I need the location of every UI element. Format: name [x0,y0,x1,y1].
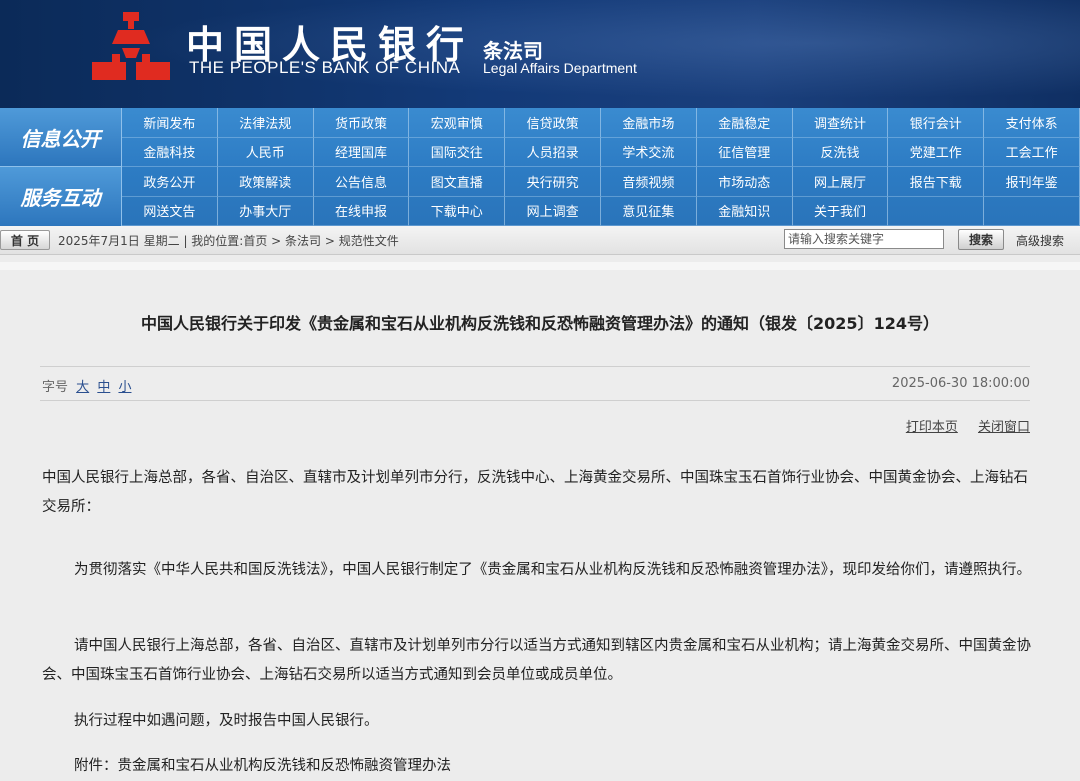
nav-section-info-disclosure[interactable]: 信息公开 [0,108,122,167]
nav-item[interactable]: 经理国库 [313,137,410,167]
nav-grid: 新闻发布 法律法规 货币政策 宏观审慎 信贷政策 金融市场 金融稳定 调查统计 … [122,108,1080,226]
nav-item[interactable]: 网上展厅 [792,167,889,197]
font-size-small-link[interactable]: 小 [118,380,131,395]
nav-item-empty [984,196,1080,226]
nav-item[interactable]: 办事大厅 [217,196,314,226]
nav-item[interactable]: 市场动态 [696,167,793,197]
nav-item[interactable]: 人民币 [217,137,314,167]
content-separator [0,262,1080,270]
breadcrumb-bar: 首 页 2025年7月1日 星期二 | 我的位置:首页 > 条法司 > 规范性文… [0,226,1080,255]
nav-item[interactable]: 信贷政策 [505,108,601,138]
nav-item[interactable]: 网送文告 [122,196,218,226]
nav-item[interactable]: 支付体系 [984,108,1080,138]
nav-item[interactable]: 图文直播 [409,167,506,197]
article-paragraph: 执行过程中如遇问题，及时报告中国人民银行。 [74,713,379,729]
nav-item[interactable]: 关于我们 [792,196,889,226]
article-paragraph: 请中国人民银行上海总部，各省、自治区、直辖市及计划单列市分行以适当方式通知到辖区… [42,638,1031,683]
article-attachment[interactable]: 附件：贵金属和宝石从业机构反洗钱和反恐怖融资管理办法 [42,752,1032,781]
nav-item[interactable]: 央行研究 [505,167,601,197]
nav-item[interactable]: 银行会计 [888,108,985,138]
site-header: 中国人民银行 THE PEOPLE'S BANK OF CHINA 条法司 Le… [0,0,1080,108]
font-size-label: 字号 [42,380,69,395]
nav-item[interactable]: 政策解读 [217,167,314,197]
nav-item[interactable]: 国际交往 [409,137,506,167]
advanced-search-link[interactable]: 高级搜索 [1016,232,1064,249]
home-button[interactable]: 首 页 [0,230,50,250]
brand-name-en: THE PEOPLE'S BANK OF CHINA [189,58,461,77]
nav-item[interactable]: 宏观审慎 [409,108,506,138]
article-paragraph: 中国人民银行上海总部，各省、自治区、直辖市及计划单列市分行，反洗钱中心、上海黄金… [42,470,1028,515]
font-size-medium-link[interactable]: 中 [97,380,110,395]
article-paragraph: 为贯彻落实《中华人民共和国反洗钱法》，中国人民银行制定了《贵金属和宝石从业机构反… [74,562,1031,578]
nav-item[interactable]: 征信管理 [696,137,793,167]
breadcrumb: 2025年7月1日 星期二 | 我的位置:首页 > 条法司 > 规范性文件 [58,234,399,248]
nav-item[interactable]: 政务公开 [122,167,218,197]
nav-item[interactable]: 在线申报 [313,196,410,226]
divider [40,366,1030,367]
nav-item[interactable]: 调查统计 [792,108,889,138]
nav-item[interactable]: 下载中心 [409,196,506,226]
nav-item-empty [888,196,985,226]
divider [40,400,1030,401]
font-size-control: 字号 大 中 小 [42,376,131,395]
search-button[interactable]: 搜索 [958,229,1004,250]
close-window-link[interactable]: 关闭窗口 [978,420,1030,435]
main-nav: 信息公开 服务互动 新闻发布 法律法规 货币政策 宏观审慎 信贷政策 金融市场 … [0,108,1080,226]
nav-item[interactable]: 新闻发布 [122,108,218,138]
page-title: 中国人民银行关于印发《贵金属和宝石从业机构反洗钱和反恐怖融资管理办法》的通知（银… [141,314,939,333]
search-input[interactable] [784,229,944,249]
nav-item[interactable]: 反洗钱 [792,137,889,167]
nav-item[interactable]: 公告信息 [313,167,410,197]
nav-item[interactable]: 金融市场 [601,108,697,138]
nav-item[interactable]: 报告下载 [888,167,985,197]
nav-item[interactable]: 音频视频 [601,167,697,197]
publish-date: 2025-06-30 18:00:00 [891,376,1030,391]
nav-item[interactable]: 学术交流 [601,137,697,167]
nav-item[interactable]: 金融科技 [122,137,218,167]
article-panel: 中国人民银行关于印发《贵金属和宝石从业机构反洗钱和反恐怖融资管理办法》的通知（银… [0,270,1080,774]
nav-item[interactable]: 党建工作 [888,137,985,167]
print-page-link[interactable]: 打印本页 [906,420,958,435]
nav-item[interactable]: 意见征集 [601,196,697,226]
nav-item[interactable]: 金融知识 [696,196,793,226]
nav-item[interactable]: 货币政策 [313,108,410,138]
nav-section-service-interaction[interactable]: 服务互动 [0,167,122,226]
font-size-large-link[interactable]: 大 [76,380,89,395]
article-tools: 打印本页 关闭窗口 [890,416,1030,435]
nav-item[interactable]: 金融稳定 [696,108,793,138]
pboc-emblem-icon[interactable] [90,10,172,84]
nav-item[interactable]: 法律法规 [217,108,314,138]
nav-item[interactable]: 报刊年鉴 [984,167,1080,197]
department-name-en: Legal Affairs Department [483,60,637,76]
nav-item[interactable]: 工会工作 [984,137,1080,167]
nav-item[interactable]: 网上调查 [505,196,601,226]
nav-item[interactable]: 人员招录 [505,137,601,167]
